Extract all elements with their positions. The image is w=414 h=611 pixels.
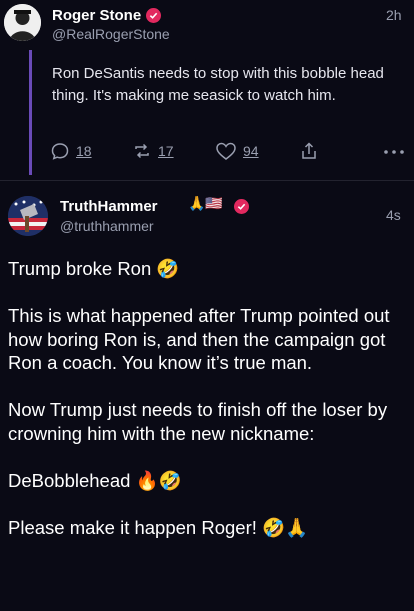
post-time: 2h: [386, 7, 402, 23]
post-text: Ron DeSantis needs to stop with this bob…: [52, 65, 384, 104]
author-handle[interactable]: @truthhammer: [60, 218, 154, 234]
author-name[interactable]: TruthHammer: [60, 198, 158, 215]
reply-button[interactable]: 18: [50, 141, 92, 161]
thread-line: [29, 50, 32, 175]
verified-badge-icon: [146, 8, 161, 23]
author-handle[interactable]: @RealRogerStone: [52, 26, 170, 42]
post-paragraph: DeBobblehead 🔥🤣: [8, 469, 182, 491]
like-button[interactable]: 94: [215, 141, 259, 161]
post-divider: [0, 180, 414, 181]
post-actions: 18 17 94: [50, 141, 406, 165]
author-name[interactable]: Roger Stone: [52, 7, 141, 24]
reply-icon: [51, 143, 69, 160]
post-paragraph: Now Trump just needs to finish off the l…: [8, 399, 388, 444]
retruth-icon: [135, 143, 149, 159]
retruth-button[interactable]: 17: [132, 141, 174, 161]
heart-icon: [216, 142, 236, 160]
post-time: 4s: [386, 207, 401, 223]
post-body: Trump broke Ron 🤣 This is what happened …: [8, 257, 408, 563]
retruth-count[interactable]: 17: [158, 143, 174, 159]
name-emojis: 🙏🇺🇸: [188, 196, 223, 212]
share-icon: [302, 142, 316, 159]
post-paragraph: This is what happened after Trump pointe…: [8, 305, 390, 373]
share-button[interactable]: [299, 141, 319, 161]
like-count[interactable]: 94: [243, 143, 259, 159]
more-icon: [384, 150, 404, 154]
avatar[interactable]: [8, 196, 48, 236]
more-button[interactable]: [382, 142, 406, 162]
post-paragraph: Please make it happen Roger! 🤣🙏: [8, 516, 309, 538]
avatar[interactable]: [4, 4, 41, 41]
verified-badge-icon: [234, 199, 249, 214]
reply-count[interactable]: 18: [76, 143, 92, 159]
post-paragraph: Trump broke Ron 🤣: [8, 258, 180, 279]
